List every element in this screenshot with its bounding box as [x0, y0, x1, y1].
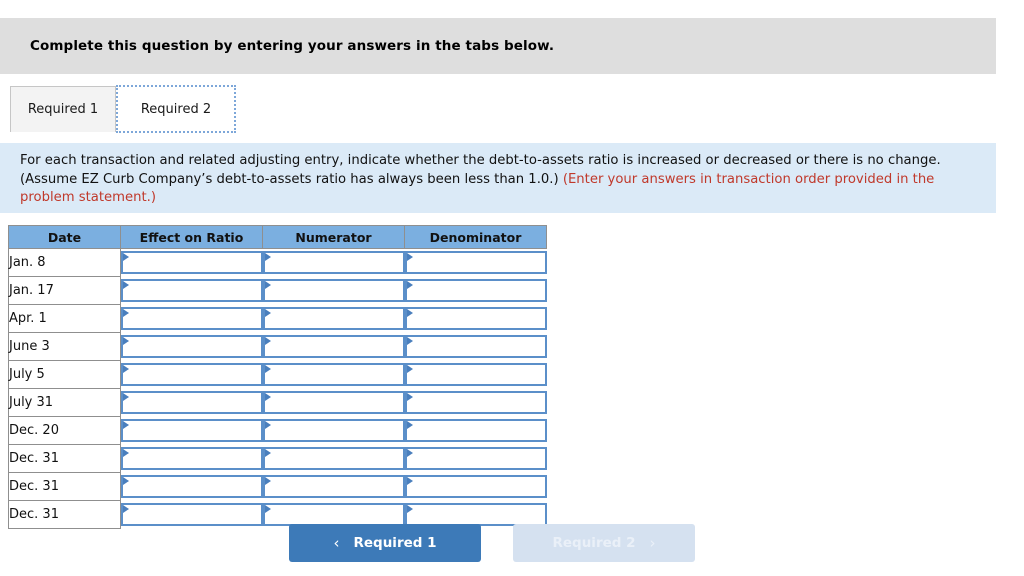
numerator-cell[interactable] — [262, 416, 405, 445]
table-body: Jan. 8 Jan. 17 Apr. 1 June 3 July 5 July… — [8, 248, 547, 529]
denominator-cell[interactable] — [404, 388, 547, 417]
table-row: Apr. 1 — [8, 304, 547, 333]
numerator-cell[interactable] — [262, 388, 405, 417]
denominator-cell[interactable] — [404, 360, 547, 389]
numerator-cell[interactable] — [262, 304, 405, 333]
denominator-input[interactable] — [404, 363, 547, 386]
denominator-input[interactable] — [404, 419, 547, 442]
denominator-cell[interactable] — [404, 248, 547, 277]
numerator-input[interactable] — [262, 363, 405, 386]
row-date-label: June 3 — [8, 332, 121, 361]
effect-cell[interactable] — [120, 360, 263, 389]
numerator-input[interactable] — [262, 335, 405, 358]
table-row: Dec. 31 — [8, 444, 547, 473]
table-row: Dec. 31 — [8, 472, 547, 501]
row-date-label: July 5 — [8, 360, 121, 389]
denominator-input[interactable] — [404, 475, 547, 498]
prev-button-label: Required 1 — [353, 535, 437, 551]
numerator-cell[interactable] — [262, 276, 405, 305]
effect-cell[interactable] — [120, 276, 263, 305]
denominator-cell[interactable] — [404, 304, 547, 333]
column-header-effect: Effect on Ratio — [120, 225, 263, 249]
effect-input[interactable] — [121, 279, 263, 302]
row-date-label: Dec. 31 — [8, 444, 121, 473]
effect-input[interactable] — [121, 447, 263, 470]
chevron-left-icon: ‹ — [333, 533, 340, 552]
table-row: Jan. 17 — [8, 276, 547, 305]
bottom-navigation: ‹ Required 1 Required 2 › — [0, 524, 1024, 564]
effect-cell[interactable] — [120, 304, 263, 333]
tab-required-2[interactable]: Required 2 — [116, 85, 236, 133]
tab-required-2-label: Required 2 — [140, 101, 212, 117]
numerator-input[interactable] — [262, 251, 405, 275]
table-row: July 31 — [8, 388, 547, 417]
effect-cell[interactable] — [120, 444, 263, 473]
numerator-input[interactable] — [262, 447, 405, 470]
effect-cell[interactable] — [120, 416, 263, 445]
denominator-input[interactable] — [404, 307, 547, 330]
row-date-label: Dec. 31 — [8, 472, 121, 501]
column-header-denominator: Denominator — [404, 225, 547, 249]
tab-required-1-label: Required 1 — [27, 102, 99, 117]
effect-input[interactable] — [121, 391, 263, 414]
denominator-cell[interactable] — [404, 332, 547, 361]
tab-strip: Required 1 Required 2 — [0, 85, 1024, 134]
effect-input[interactable] — [121, 307, 263, 330]
column-header-date: Date — [8, 225, 121, 249]
numerator-input[interactable] — [262, 475, 405, 498]
denominator-cell[interactable] — [404, 472, 547, 501]
numerator-cell[interactable] — [262, 444, 405, 473]
numerator-cell[interactable] — [262, 248, 405, 277]
instructions-paragraph: For each transaction and related adjusti… — [20, 152, 976, 208]
numerator-cell[interactable] — [262, 360, 405, 389]
effect-input[interactable] — [121, 335, 263, 358]
answer-table: Date Effect on Ratio Numerator Denominat… — [8, 225, 547, 529]
denominator-input[interactable] — [404, 447, 547, 470]
numerator-input[interactable] — [262, 391, 405, 414]
numerator-input[interactable] — [262, 419, 405, 442]
column-header-numerator: Numerator — [262, 225, 405, 249]
numerator-cell[interactable] — [262, 332, 405, 361]
effect-cell[interactable] — [120, 388, 263, 417]
tab-required-1[interactable]: Required 1 — [10, 86, 116, 132]
table-row: July 5 — [8, 360, 547, 389]
banner-instruction-text: Complete this question by entering your … — [30, 38, 555, 54]
denominator-input[interactable] — [404, 279, 547, 302]
effect-input[interactable] — [121, 503, 263, 526]
next-button-label: Required 2 — [552, 535, 636, 551]
next-required-2-button: Required 2 › — [513, 524, 695, 562]
effect-input[interactable] — [121, 363, 263, 386]
numerator-input[interactable] — [262, 307, 405, 330]
denominator-input[interactable] — [404, 503, 547, 526]
row-date-label: Jan. 8 — [8, 248, 121, 277]
effect-cell[interactable] — [120, 248, 263, 277]
numerator-cell[interactable] — [262, 472, 405, 501]
numerator-input[interactable] — [262, 503, 405, 526]
denominator-cell[interactable] — [404, 276, 547, 305]
effect-input[interactable] — [121, 251, 263, 275]
instructions-panel: For each transaction and related adjusti… — [0, 143, 996, 213]
question-banner: Complete this question by entering your … — [0, 18, 996, 74]
denominator-input[interactable] — [404, 391, 547, 414]
table-header-row: Date Effect on Ratio Numerator Denominat… — [8, 225, 547, 249]
numerator-input[interactable] — [262, 279, 405, 302]
table-row: June 3 — [8, 332, 547, 361]
row-date-label: July 31 — [8, 388, 121, 417]
denominator-input[interactable] — [404, 251, 547, 275]
denominator-cell[interactable] — [404, 444, 547, 473]
row-date-label: Jan. 17 — [8, 276, 121, 305]
effect-input[interactable] — [121, 475, 263, 498]
effect-cell[interactable] — [120, 472, 263, 501]
answer-table-wrapper: Date Effect on Ratio Numerator Denominat… — [8, 225, 547, 529]
prev-required-1-button[interactable]: ‹ Required 1 — [289, 524, 481, 562]
chevron-right-icon: › — [649, 533, 656, 552]
table-row: Dec. 20 — [8, 416, 547, 445]
table-row: Jan. 8 — [8, 248, 547, 277]
effect-input[interactable] — [121, 419, 263, 442]
effect-cell[interactable] — [120, 332, 263, 361]
denominator-cell[interactable] — [404, 416, 547, 445]
row-date-label: Apr. 1 — [8, 304, 121, 333]
denominator-input[interactable] — [404, 335, 547, 358]
row-date-label: Dec. 20 — [8, 416, 121, 445]
